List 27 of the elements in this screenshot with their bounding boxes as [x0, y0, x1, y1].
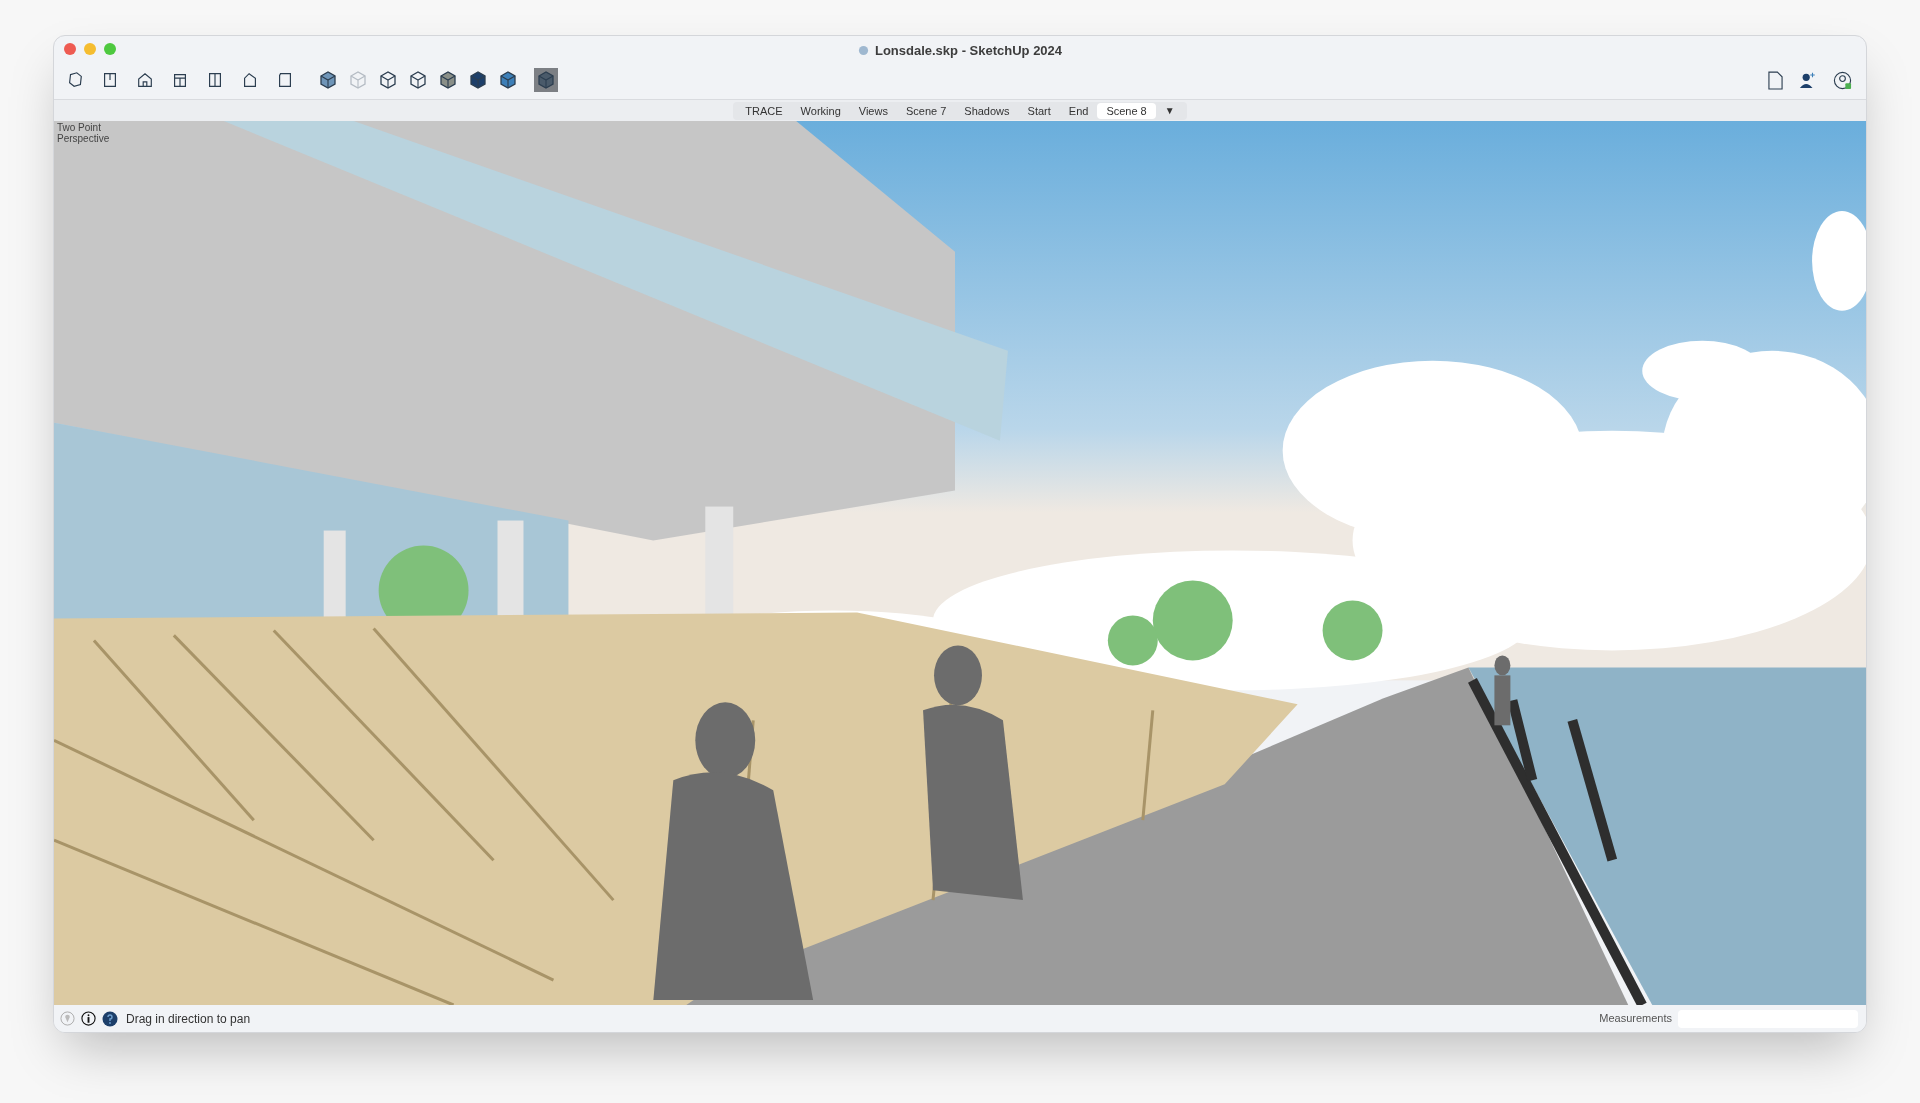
- view-icon: [136, 71, 154, 89]
- scene-tab[interactable]: TRACE: [736, 102, 792, 119]
- info-icon[interactable]: [81, 1011, 96, 1026]
- view-icon: [276, 71, 294, 89]
- scene-tab[interactable]: Shadows: [955, 102, 1019, 119]
- scene-tab[interactable]: Scene 7: [896, 102, 956, 119]
- close-button[interactable]: [64, 43, 76, 55]
- view-icon: [171, 71, 189, 89]
- file-icon: [857, 45, 869, 57]
- measurements-label: Measurements: [1599, 1011, 1672, 1027]
- scene-tab[interactable]: End: [1059, 102, 1098, 119]
- account-icon[interactable]: [1833, 70, 1852, 90]
- view-icon: [66, 71, 84, 89]
- add-user-icon[interactable]: [1799, 71, 1817, 89]
- document-icon[interactable]: [1768, 70, 1783, 90]
- view-icon: [241, 71, 259, 89]
- scene-tab[interactable]: Scene 8: [1097, 102, 1156, 119]
- scene-tab[interactable]: Working: [791, 102, 850, 119]
- window-title: Lonsdale.skp - SketchUp 2024: [874, 42, 1063, 60]
- status-hint: Drag in direction to pan: [126, 1010, 251, 1028]
- view-icon: [206, 71, 224, 89]
- help-icon[interactable]: [102, 1010, 118, 1027]
- scene-tab[interactable]: Views: [849, 102, 897, 119]
- scene-menu-button[interactable]: ▼: [1155, 102, 1184, 119]
- camera-label: Two Point Perspective: [57, 122, 111, 144]
- scene-tab[interactable]: Start: [1018, 102, 1060, 119]
- view-icon: [101, 71, 119, 89]
